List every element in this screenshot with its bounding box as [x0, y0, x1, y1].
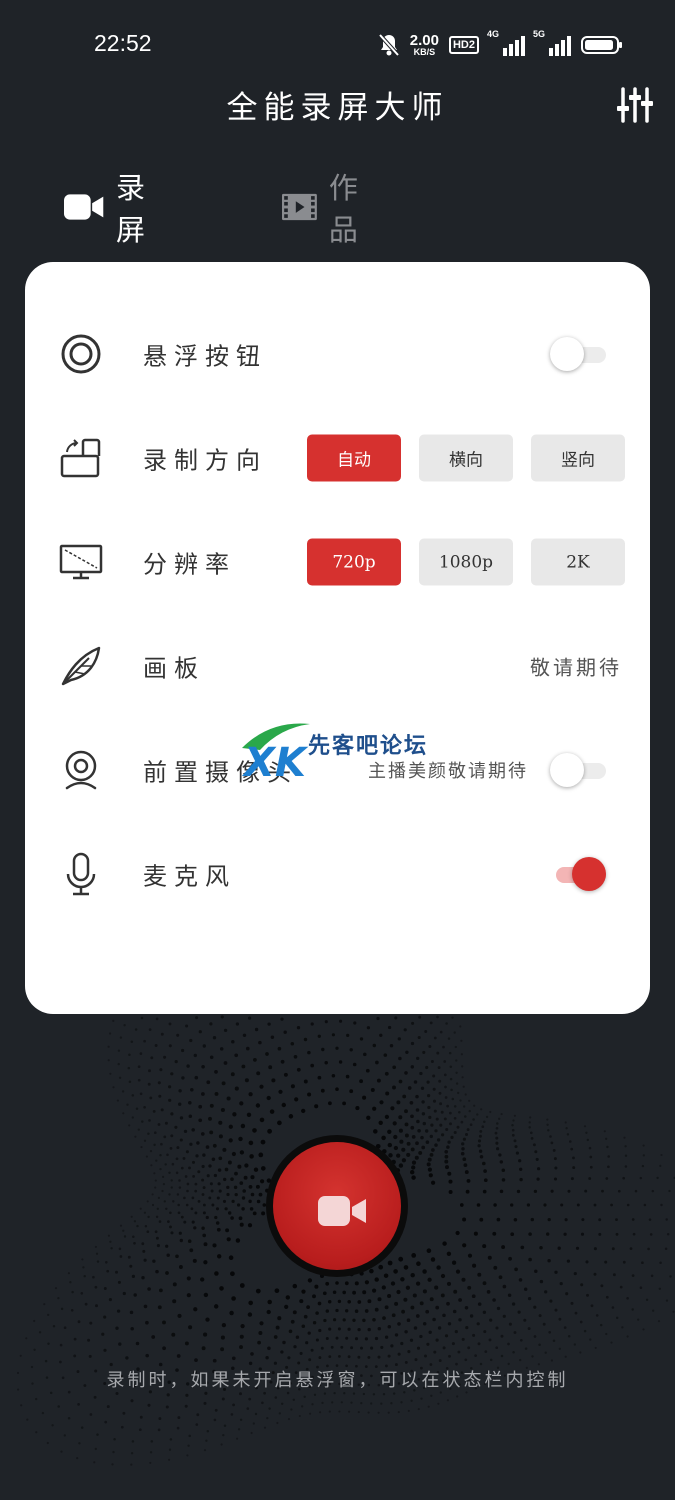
sliders-icon	[617, 87, 653, 123]
circle-target-icon	[61, 334, 101, 374]
svg-text:XK: XK	[241, 740, 309, 782]
settings-button[interactable]	[617, 86, 653, 124]
resolution-option-1080p[interactable]: 1080p	[419, 538, 513, 586]
speed-value: 2.00	[409, 32, 439, 49]
signal-4g-icon: 4G	[487, 29, 525, 56]
microphone-label: 麦克风	[143, 862, 236, 891]
signal-5g-label: 5G	[533, 29, 546, 39]
rotate-screen-icon	[60, 438, 101, 478]
signal-5g-icon: 5G	[533, 29, 571, 56]
app-title: 全能录屏大师	[226, 90, 449, 126]
film-strip-icon	[282, 193, 317, 221]
toggle-thumb	[572, 857, 606, 891]
drawing-board-status: 敬请期待	[530, 655, 622, 680]
microphone-toggle[interactable]	[550, 857, 606, 891]
floating-button-toggle[interactable]	[550, 337, 606, 371]
bell-muted-icon	[378, 33, 400, 57]
status-bar: 22:52 2.00 KB/S HD2 4G 5G	[0, 0, 675, 90]
setting-row-orientation: 录制方向 自动 横向 竖向	[25, 408, 650, 508]
front-camera-toggle[interactable]	[550, 753, 606, 787]
setting-row-microphone: 麦克风	[25, 824, 650, 924]
setting-row-resolution: 分辨率 720p 1080p 2K	[25, 512, 650, 612]
record-button[interactable]	[266, 1135, 408, 1277]
tab-works-label: 作品	[328, 171, 358, 247]
orientation-label: 录制方向	[143, 446, 267, 475]
settings-card: 悬浮按钮 录制方向 自动 横向 竖向 分辨率 720p 1080p 2K 画板 …	[25, 262, 650, 1014]
orientation-option-landscape[interactable]: 横向	[419, 434, 513, 482]
watermark-logo: XK	[241, 723, 310, 786]
feather-icon	[61, 646, 101, 686]
watermark-text: 先客吧论坛	[308, 733, 429, 759]
tab-works[interactable]: 作品	[282, 171, 371, 247]
orientation-option-auto[interactable]: 自动	[307, 434, 401, 482]
record-button-face	[273, 1142, 401, 1270]
tab-record-label: 录屏	[116, 171, 146, 247]
battery-icon	[581, 36, 622, 54]
drawing-board-label: 画板	[143, 654, 205, 683]
resolution-option-2k[interactable]: 2K	[531, 538, 625, 586]
resolution-label: 分辨率	[143, 550, 236, 579]
setting-row-drawing-board[interactable]: 画板 敬请期待	[25, 616, 650, 716]
speed-unit: KB/S	[413, 47, 436, 57]
webcam-icon	[65, 750, 97, 790]
microphone-icon	[66, 852, 96, 896]
video-camera-icon	[64, 194, 104, 220]
video-camera-icon	[318, 1196, 366, 1226]
floating-button-label: 悬浮按钮	[143, 342, 267, 371]
resolution-option-720p[interactable]: 720p	[307, 538, 401, 586]
setting-row-floating-button: 悬浮按钮	[25, 304, 650, 404]
toggle-thumb	[550, 337, 584, 371]
hd-voice-icon: HD2	[448, 36, 479, 54]
network-speed: 2.00 KB/S	[410, 33, 439, 57]
orientation-option-portrait[interactable]: 竖向	[531, 434, 625, 482]
tab-record[interactable]: 录屏	[64, 171, 159, 247]
toggle-thumb	[550, 753, 584, 787]
status-time: 22:52	[94, 30, 152, 56]
monitor-icon	[59, 544, 103, 580]
status-icons: 2.00 KB/S HD2 4G 5G	[378, 29, 623, 59]
signal-4g-label: 4G	[487, 29, 500, 39]
recording-hint: 录制时，如果未开启悬浮窗，可以在状态栏内控制	[106, 1370, 569, 1391]
watermark: XK 先客吧论坛	[240, 718, 480, 786]
